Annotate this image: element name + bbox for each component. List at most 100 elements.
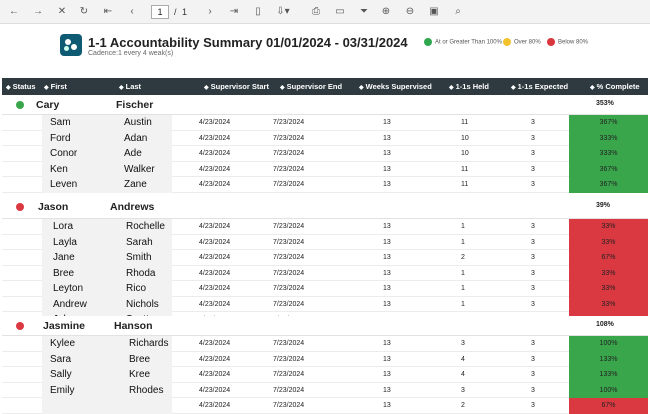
supervisor-end-cell: 7/23/2024 xyxy=(273,165,305,173)
col-expected[interactable]: ◆ 1-1s Expected xyxy=(511,78,568,95)
group-percent: 108% xyxy=(596,321,614,328)
supervisor-start-cell: 4/23/2024 xyxy=(199,150,231,157)
document-icon[interactable]: ▯ xyxy=(250,3,266,21)
refresh-icon[interactable]: ↻ xyxy=(76,3,92,21)
group-row[interactable]: Jasmine Hanson 108% xyxy=(2,316,648,336)
supervisor-end-cell: 7/23/2024 xyxy=(273,355,305,363)
name-cell-bg xyxy=(42,398,172,414)
first-name-cell: Layla xyxy=(53,236,77,248)
expected-cell: 3 xyxy=(531,238,535,246)
supervisor-end-cell: 7/23/2024 xyxy=(273,223,305,230)
supervisor-end-cell: 7/23/2024 xyxy=(273,134,305,142)
group-row[interactable]: Cary Fischer 353% xyxy=(2,95,648,115)
percent-complete-cell: 33% xyxy=(569,281,648,297)
table-row[interactable]: Ford Adan 4/23/2024 7/23/2024 13 10 3 333% xyxy=(2,130,648,146)
held-cell: 1 xyxy=(461,285,465,292)
table-row[interactable]: 4/23/2024 7/23/2024 13 2 3 67% xyxy=(2,398,648,414)
zoom-out-icon[interactable]: ⊖ xyxy=(402,3,418,21)
table-row[interactable]: Kylee Richards 4/23/2024 7/23/2024 13 3 3 100% xyxy=(2,336,648,352)
first-name-cell: Ford xyxy=(50,132,71,144)
table-row[interactable]: Andrew Nichols 4/23/2024 7/23/2024 13 1 3 33% xyxy=(2,296,648,312)
supervisor-start-cell: 4/23/2024 xyxy=(199,371,231,378)
first-name-cell: Emily xyxy=(50,384,75,396)
next-page-icon[interactable]: › xyxy=(202,3,218,21)
table-row[interactable]: Sara Bree 4/23/2024 7/23/2024 13 4 3 133% xyxy=(2,351,648,367)
expected-cell: 3 xyxy=(531,340,535,347)
table-row[interactable]: Sally Kree 4/23/2024 7/23/2024 13 4 3 133% xyxy=(2,367,648,383)
zoom-in-icon[interactable]: ⊕ xyxy=(378,3,394,21)
supervisor-start-cell: 4/23/2024 xyxy=(199,223,231,230)
last-name-cell: Ade xyxy=(124,148,142,159)
col-last[interactable]: ◆ Last xyxy=(119,78,141,95)
col-percent-complete[interactable]: ◆% Complete xyxy=(590,78,640,95)
last-name-cell: Rico xyxy=(126,283,147,294)
table-row[interactable]: Leven Zane 4/23/2024 7/23/2024 13 11 3 367% xyxy=(2,177,648,193)
table-row[interactable]: Emily Rhodes 4/23/2024 7/23/2024 13 3 3 100% xyxy=(2,382,648,398)
group-percent: 353% xyxy=(596,100,614,107)
percent-complete-cell: 367% xyxy=(569,161,648,177)
col-held[interactable]: ◆ 1-1s Held xyxy=(449,78,489,95)
group-last-name: Andrews xyxy=(110,201,155,213)
first-page-icon[interactable]: ⇤ xyxy=(100,3,116,21)
save-icon[interactable]: ▭ xyxy=(332,3,348,21)
search-icon[interactable]: ⌕ xyxy=(450,3,466,21)
col-status[interactable]: ◆ Status xyxy=(6,78,36,95)
col-supervisor-end[interactable]: ◆ Supervisor End xyxy=(280,78,342,95)
expected-cell: 3 xyxy=(531,300,535,308)
export-icon[interactable]: ⇩▾ xyxy=(272,3,294,21)
table-row[interactable]: Conor Ade 4/23/2024 7/23/2024 13 10 3 333% xyxy=(2,146,648,162)
last-name-cell: Zane xyxy=(124,179,147,190)
expected-cell: 3 xyxy=(531,119,535,126)
weeks-supervised-cell: 13 xyxy=(383,254,391,261)
weeks-supervised-cell: 13 xyxy=(383,386,391,394)
supervisor-end-cell: 7/23/2024 xyxy=(273,254,305,261)
table-row[interactable]: Sam Austin 4/23/2024 7/23/2024 13 11 3 367% xyxy=(2,115,648,131)
legend-dot-green xyxy=(424,38,432,46)
forward-icon[interactable]: → xyxy=(30,3,46,21)
weeks-supervised-cell: 13 xyxy=(383,223,391,230)
group-row[interactable]: Jason Andrews 39% xyxy=(2,197,648,219)
print-icon[interactable]: ⎙ xyxy=(308,3,324,21)
image-icon[interactable]: ▣ xyxy=(426,3,442,21)
group-percent: 39% xyxy=(596,202,611,209)
back-icon[interactable]: ← xyxy=(6,3,22,21)
weeks-supervised-cell: 13 xyxy=(383,269,391,277)
held-cell: 11 xyxy=(461,181,469,188)
held-cell: 11 xyxy=(461,165,469,173)
supervisor-start-cell: 4/23/2024 xyxy=(199,238,231,246)
percent-complete-cell: 333% xyxy=(569,130,648,146)
supervisor-end-cell: 7/23/2024 xyxy=(273,340,305,347)
filter-icon[interactable]: ⏷ xyxy=(356,3,372,21)
percent-complete-cell: 133% xyxy=(569,367,648,383)
table-row[interactable]: Bree Rhoda 4/23/2024 7/23/2024 13 1 3 33% xyxy=(2,265,648,281)
close-icon[interactable]: ✕ xyxy=(54,3,70,21)
supervisor-end-cell: 7/23/2024 xyxy=(273,269,305,277)
percent-complete-cell: 367% xyxy=(569,115,648,131)
prev-page-icon[interactable]: ‹ xyxy=(124,3,140,21)
page-separator: / xyxy=(174,7,177,17)
table-row[interactable]: Leyton Rico 4/23/2024 7/23/2024 13 1 3 33% xyxy=(2,281,648,297)
first-name-cell: Sam xyxy=(50,117,71,128)
page-number-input[interactable]: 1 xyxy=(151,5,169,19)
table-row[interactable]: Layla Sarah 4/23/2024 7/23/2024 13 1 3 33% xyxy=(2,234,648,250)
held-cell: 4 xyxy=(461,371,465,378)
last-name-cell: Kree xyxy=(129,369,151,380)
percent-complete-cell: 33% xyxy=(569,234,648,250)
supervisor-start-cell: 4/23/2024 xyxy=(199,165,231,173)
percent-complete-cell: 100% xyxy=(569,336,648,352)
table-row[interactable]: Ken Walker 4/23/2024 7/23/2024 13 11 3 367% xyxy=(2,161,648,177)
percent-complete-cell: 67% xyxy=(569,250,648,266)
report-subtitle: Cadence:1 every 4 weak(s) xyxy=(88,50,174,57)
expected-cell: 3 xyxy=(531,386,535,394)
table-row[interactable]: Lora Rochelle 4/23/2024 7/23/2024 13 1 3 33% xyxy=(2,219,648,235)
col-weeks-supervised[interactable]: ◆ Weeks Supervised xyxy=(359,78,432,95)
held-cell: 11 xyxy=(461,119,469,126)
percent-complete-cell: 367% xyxy=(569,177,648,193)
col-supervisor-start[interactable]: ◆ Supervisor Start xyxy=(204,78,269,95)
last-page-icon[interactable]: ⇥ xyxy=(226,3,242,21)
table-row[interactable]: Jane Smith 4/23/2024 7/23/2024 13 2 3 67% xyxy=(2,250,648,266)
weeks-supervised-cell: 13 xyxy=(383,150,391,157)
first-name-cell: Bree xyxy=(53,267,75,279)
supervisor-end-cell: 7/23/2024 xyxy=(273,119,305,126)
col-first[interactable]: ◆ First xyxy=(44,78,67,95)
